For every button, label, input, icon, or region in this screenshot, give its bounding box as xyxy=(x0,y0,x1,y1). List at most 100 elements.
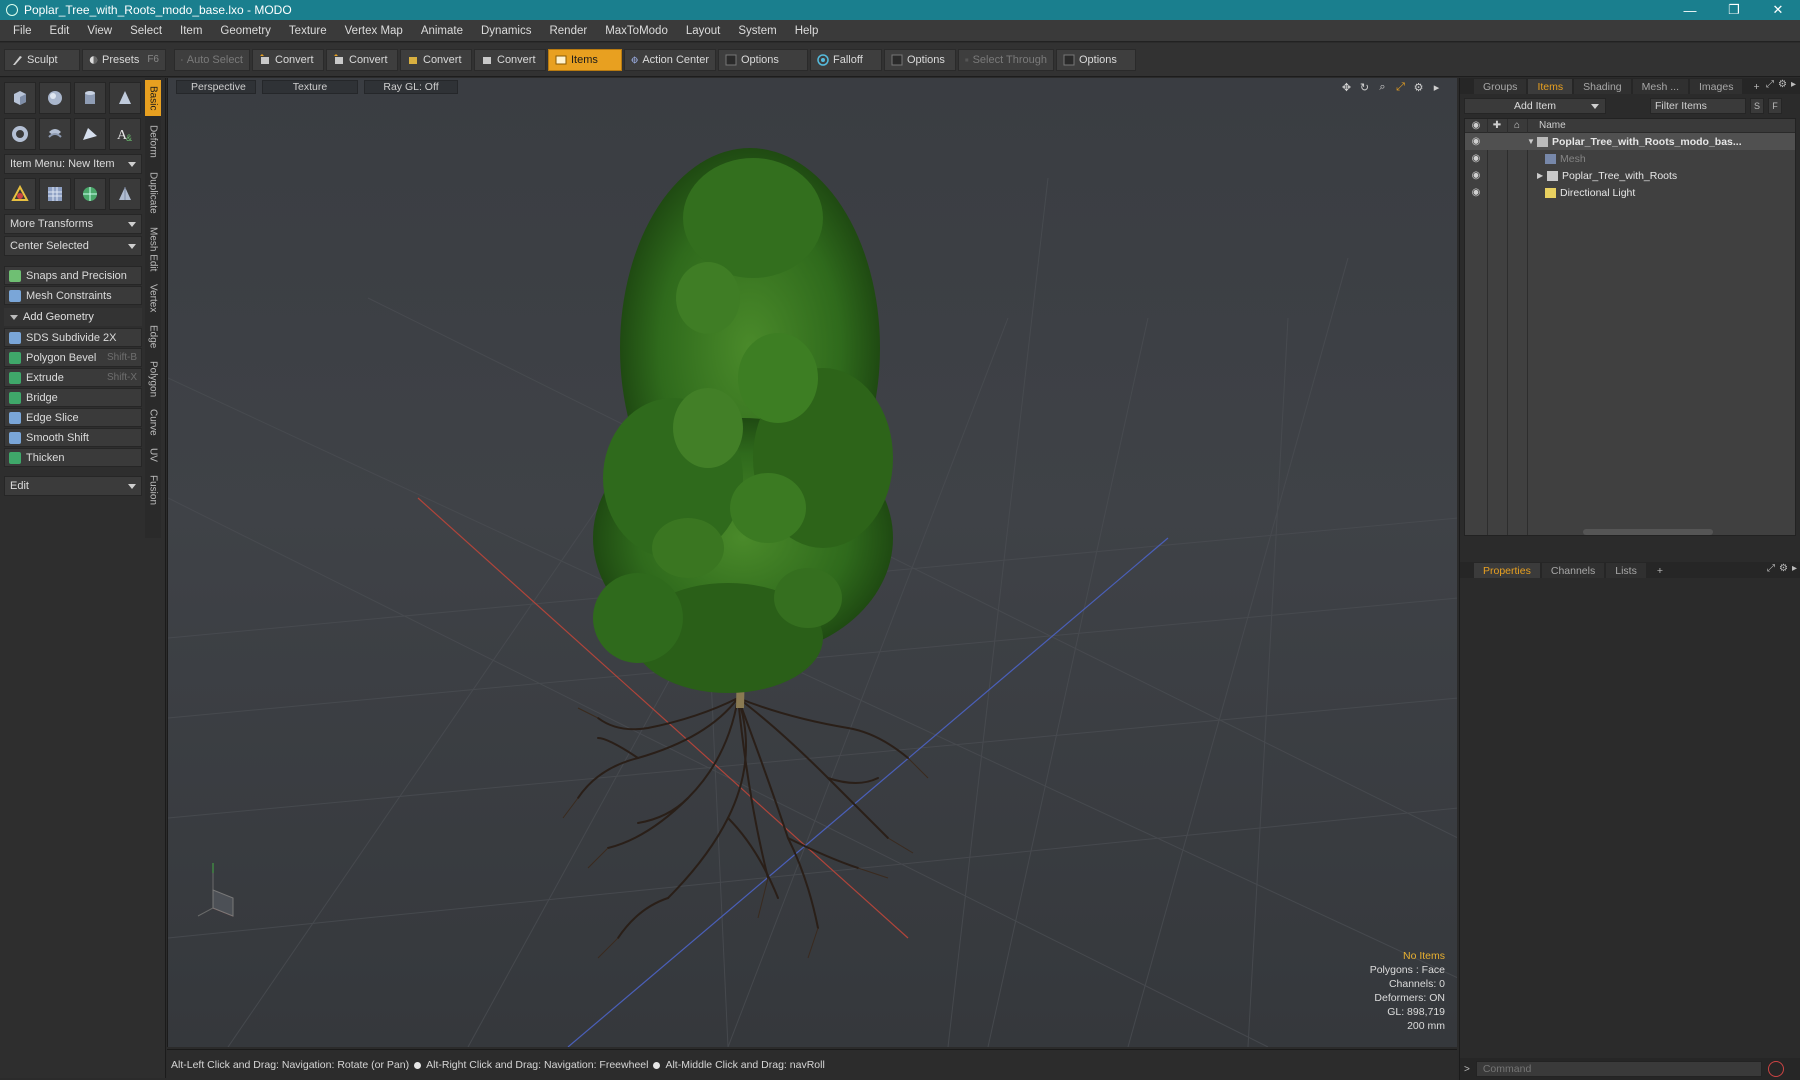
tab-images[interactable]: Images xyxy=(1690,79,1743,94)
vtab-polygon[interactable]: Polygon xyxy=(145,356,161,402)
action-options-button[interactable]: Options xyxy=(718,48,808,71)
grid-button[interactable] xyxy=(39,178,71,210)
more-transforms-dropdown[interactable]: More Transforms xyxy=(4,214,142,234)
close-button[interactable]: ✕ xyxy=(1756,0,1800,20)
command-history-icon[interactable]: > xyxy=(1464,1064,1470,1075)
vtab-deform[interactable]: Deform xyxy=(145,118,161,164)
menu-maxtomodo[interactable]: MaxToModo xyxy=(596,20,677,42)
3d-viewport[interactable]: Perspective Texture Ray GL: Off ✥ ↻ ⌕ ⤢ … xyxy=(167,78,1457,1047)
record-icon[interactable] xyxy=(1767,1061,1784,1077)
locator-button[interactable] xyxy=(4,178,36,210)
tab-properties[interactable]: Properties xyxy=(1474,563,1540,578)
pan-icon[interactable]: ✥ xyxy=(1340,81,1353,94)
edit-dropdown[interactable]: Edit xyxy=(4,476,142,496)
vtab-uv[interactable]: UV xyxy=(145,442,161,468)
panel-menu-icon[interactable]: ▸ xyxy=(1791,79,1796,90)
menu-file[interactable]: File xyxy=(4,20,41,42)
vtab-vertex[interactable]: Vertex xyxy=(145,278,161,318)
pyramid-button[interactable] xyxy=(109,178,141,210)
menu-item[interactable]: Item xyxy=(171,20,211,42)
lock-column-icon[interactable]: ✚ xyxy=(1487,120,1507,131)
item-menu-dropdown[interactable]: Item Menu: New Item xyxy=(4,154,142,174)
tool-extrude[interactable]: Extrude Shift-X xyxy=(4,368,142,387)
tool-thicken[interactable]: Thicken xyxy=(4,448,142,467)
vtab-mesh-edit[interactable]: Mesh Edit xyxy=(145,222,161,276)
tool-sds-subdivide-2x[interactable]: SDS Subdivide 2X xyxy=(4,328,142,347)
falloff-button[interactable]: Falloff xyxy=(810,48,882,71)
convert-vertex-button[interactable]: Convert xyxy=(252,48,324,71)
vtab-fusion[interactable]: Fusion xyxy=(145,470,161,510)
eye-icon[interactable]: ◉ xyxy=(1465,136,1487,147)
vtab-duplicate[interactable]: Duplicate xyxy=(145,166,161,220)
menu-select[interactable]: Select xyxy=(121,20,171,42)
tool-bridge[interactable]: Bridge xyxy=(4,388,142,407)
shading-dropdown[interactable]: Texture xyxy=(262,80,358,94)
menu-render[interactable]: Render xyxy=(540,20,596,42)
zoom-icon[interactable]: ⌕ xyxy=(1376,81,1389,94)
center-selected-dropdown[interactable]: Center Selected xyxy=(4,236,142,256)
select-options-button[interactable]: Options xyxy=(1056,48,1136,71)
maximize-button[interactable]: ❐ xyxy=(1712,0,1756,20)
sphere-globe-button[interactable] xyxy=(74,178,106,210)
cylinder-primitive-button[interactable] xyxy=(74,82,106,114)
gear-icon[interactable]: ⚙ xyxy=(1412,81,1425,94)
add-tab-icon[interactable]: + xyxy=(1744,79,1768,94)
capsule-primitive-button[interactable] xyxy=(39,118,71,150)
gear-icon[interactable]: ⚙ xyxy=(1779,563,1788,574)
fit-icon[interactable]: ⤢ xyxy=(1394,81,1407,94)
add-tab-icon[interactable]: + xyxy=(1648,563,1672,578)
vtab-basic[interactable]: Basic xyxy=(145,80,161,116)
pen-tool-button[interactable] xyxy=(74,118,106,150)
expand-arrow-icon[interactable]: ▶ xyxy=(1537,171,1547,180)
filter-f-button[interactable]: F xyxy=(1768,98,1782,114)
eye-icon[interactable]: ◉ xyxy=(1465,170,1487,181)
filter-s-button[interactable]: S xyxy=(1750,98,1764,114)
tab-channels[interactable]: Channels xyxy=(1541,563,1605,578)
tab-items[interactable]: Items xyxy=(1528,79,1573,94)
vtab-curve[interactable]: Curve xyxy=(145,404,161,440)
eye-icon[interactable]: ◉ xyxy=(1465,187,1487,198)
menu-help[interactable]: Help xyxy=(786,20,828,42)
menu-geometry[interactable]: Geometry xyxy=(211,20,280,42)
convert-item-button[interactable]: Convert xyxy=(474,48,546,71)
tool-polygon-bevel[interactable]: Polygon Bevel Shift-B xyxy=(4,348,142,367)
tab-lists[interactable]: Lists xyxy=(1606,563,1646,578)
auto-select-button[interactable]: Auto Select xyxy=(174,48,250,71)
menu-layout[interactable]: Layout xyxy=(677,20,730,42)
convert-edge-button[interactable]: Convert xyxy=(326,48,398,71)
menu-vertex-map[interactable]: Vertex Map xyxy=(336,20,412,42)
select-through-button[interactable]: Select Through xyxy=(958,48,1054,71)
add-item-dropdown[interactable]: Add Item xyxy=(1464,98,1606,114)
mesh-constraints-button[interactable]: Mesh Constraints xyxy=(4,286,142,305)
menu-texture[interactable]: Texture xyxy=(280,20,336,42)
minimize-button[interactable]: — xyxy=(1668,0,1712,20)
filter-items-input[interactable]: Filter Items xyxy=(1650,98,1746,114)
action-center-button[interactable]: Action Center xyxy=(624,48,716,71)
raygl-dropdown[interactable]: Ray GL: Off xyxy=(364,80,458,94)
scene-canvas[interactable] xyxy=(168,78,1457,1047)
item-row-mesh[interactable]: ◉ Mesh xyxy=(1465,150,1795,167)
horizontal-scrollbar[interactable] xyxy=(1583,529,1713,535)
item-row-scene[interactable]: ◉ ▼ Poplar_Tree_with_Roots_modo_bas... xyxy=(1465,133,1795,150)
menu-dynamics[interactable]: Dynamics xyxy=(472,20,540,42)
rotate-icon[interactable]: ↻ xyxy=(1358,81,1371,94)
sphere-primitive-button[interactable] xyxy=(39,82,71,114)
vtab-edge[interactable]: Edge xyxy=(145,320,161,354)
falloff-options-button[interactable]: Options xyxy=(884,48,956,71)
snaps-precision-button[interactable]: Snaps and Precision xyxy=(4,266,142,285)
expand-arrow-icon[interactable]: ▸ xyxy=(1430,81,1443,94)
cube-primitive-button[interactable] xyxy=(4,82,36,114)
menu-view[interactable]: View xyxy=(78,20,121,42)
command-input[interactable] xyxy=(1475,1061,1762,1077)
maximize-panel-icon[interactable]: ⤢ xyxy=(1767,563,1775,574)
torus-primitive-button[interactable] xyxy=(4,118,36,150)
tab-shading[interactable]: Shading xyxy=(1574,79,1631,94)
panel-menu-icon[interactable]: ▸ xyxy=(1792,563,1797,574)
presets-button[interactable]: Presets F6 xyxy=(82,48,166,71)
menu-system[interactable]: System xyxy=(729,20,785,42)
sculpt-button[interactable]: Sculpt xyxy=(4,48,80,71)
name-column-header[interactable]: Name xyxy=(1539,120,1566,131)
render-column-icon[interactable]: ⌂ xyxy=(1507,120,1527,131)
tab-groups[interactable]: Groups xyxy=(1474,79,1527,94)
menu-animate[interactable]: Animate xyxy=(412,20,472,42)
